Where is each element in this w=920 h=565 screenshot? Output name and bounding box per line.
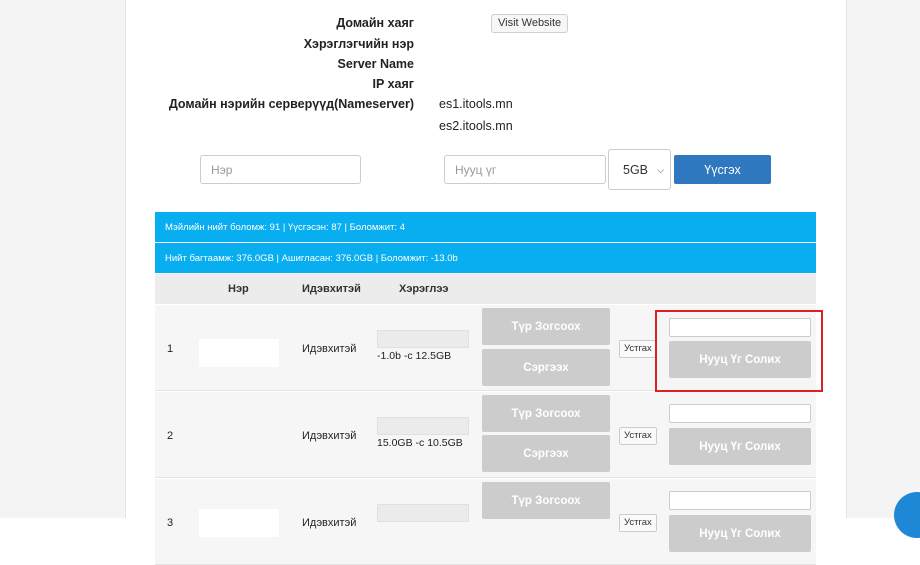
create-button[interactable]: Үүсгэх [674, 155, 771, 184]
usage-bar [377, 504, 469, 522]
domain-label: Домайн хаяг [336, 16, 414, 30]
storage-stats-bar: Нийт багтаамж: 376.0GB | Ашигласан: 376.… [155, 243, 816, 273]
remove-button[interactable]: Устгах [619, 340, 657, 358]
nameserver-2: es2.itools.mn [439, 119, 513, 133]
restore-button[interactable]: Сэргээх [482, 349, 610, 386]
mail-stats-bar: Мэйлийн нийт боломж: 91 | Үүсгэсэн: 87 |… [155, 212, 816, 242]
name-input[interactable] [200, 155, 361, 184]
remove-button[interactable]: Устгах [619, 514, 657, 532]
usage-text: 15.0GB -с 10.5GB [377, 437, 463, 449]
row-number: 1 [167, 343, 173, 355]
suspend-button[interactable]: Түр Зогсоох [482, 395, 610, 432]
change-password-button[interactable]: Нууц Үг Солих [669, 428, 811, 465]
server-name-label: Server Name [338, 57, 414, 71]
table-header: Нэр Идэвхитэй Хэрэглээ [155, 274, 816, 304]
size-select[interactable]: 5GB ⌵ [608, 149, 671, 190]
row-status: Идэвхитэй [302, 517, 356, 529]
usage-bar [377, 330, 469, 348]
row-number: 3 [167, 517, 173, 529]
chevron-down-icon: ⌵ [657, 165, 664, 176]
row-status: Идэвхитэй [302, 430, 356, 442]
password-input[interactable] [444, 155, 606, 184]
nameserver-label: Домайн нэрийн серверүүд(Nameserver) [169, 97, 414, 111]
size-select-value: 5GB [623, 163, 648, 177]
suspend-button[interactable]: Түр Зогсоох [482, 308, 610, 345]
change-password-button[interactable]: Нууц Үг Солих [669, 341, 811, 378]
visit-website-button[interactable]: Visit Website [491, 14, 568, 33]
new-password-input[interactable] [669, 404, 811, 423]
new-password-input[interactable] [669, 491, 811, 510]
new-password-input[interactable] [669, 318, 811, 337]
table-row: 3 Идэвхитэй Түр Зогсоох Устгах Нууц Үг С… [155, 479, 816, 565]
usage-text: -1.0b -с 12.5GB [377, 350, 451, 362]
username-label: Хэрэглэгчийн нэр [304, 37, 414, 51]
change-password-button[interactable]: Нууц Үг Солих [669, 515, 811, 552]
nameserver-1: es1.itools.mn [439, 97, 513, 111]
table-row: 1 Идэвхитэй -1.0b -с 12.5GB Түр Зогсоох … [155, 305, 816, 391]
table-row: 2 Идэвхитэй 15.0GB -с 10.5GB Түр Зогсоох… [155, 392, 816, 478]
usage-bar [377, 417, 469, 435]
restore-button[interactable]: Сэргээх [482, 435, 610, 472]
remove-button[interactable]: Устгах [619, 427, 657, 445]
row-number: 2 [167, 430, 173, 442]
header-status: Идэвхитэй [302, 283, 361, 295]
ip-label: IP хаяг [373, 77, 414, 91]
suspend-button[interactable]: Түр Зогсоох [482, 482, 610, 519]
row-status: Идэвхитэй [302, 343, 356, 355]
row-name-field [199, 339, 279, 367]
header-name: Нэр [228, 283, 249, 295]
row-name-field [199, 509, 279, 537]
header-usage: Хэрэглээ [399, 283, 449, 295]
